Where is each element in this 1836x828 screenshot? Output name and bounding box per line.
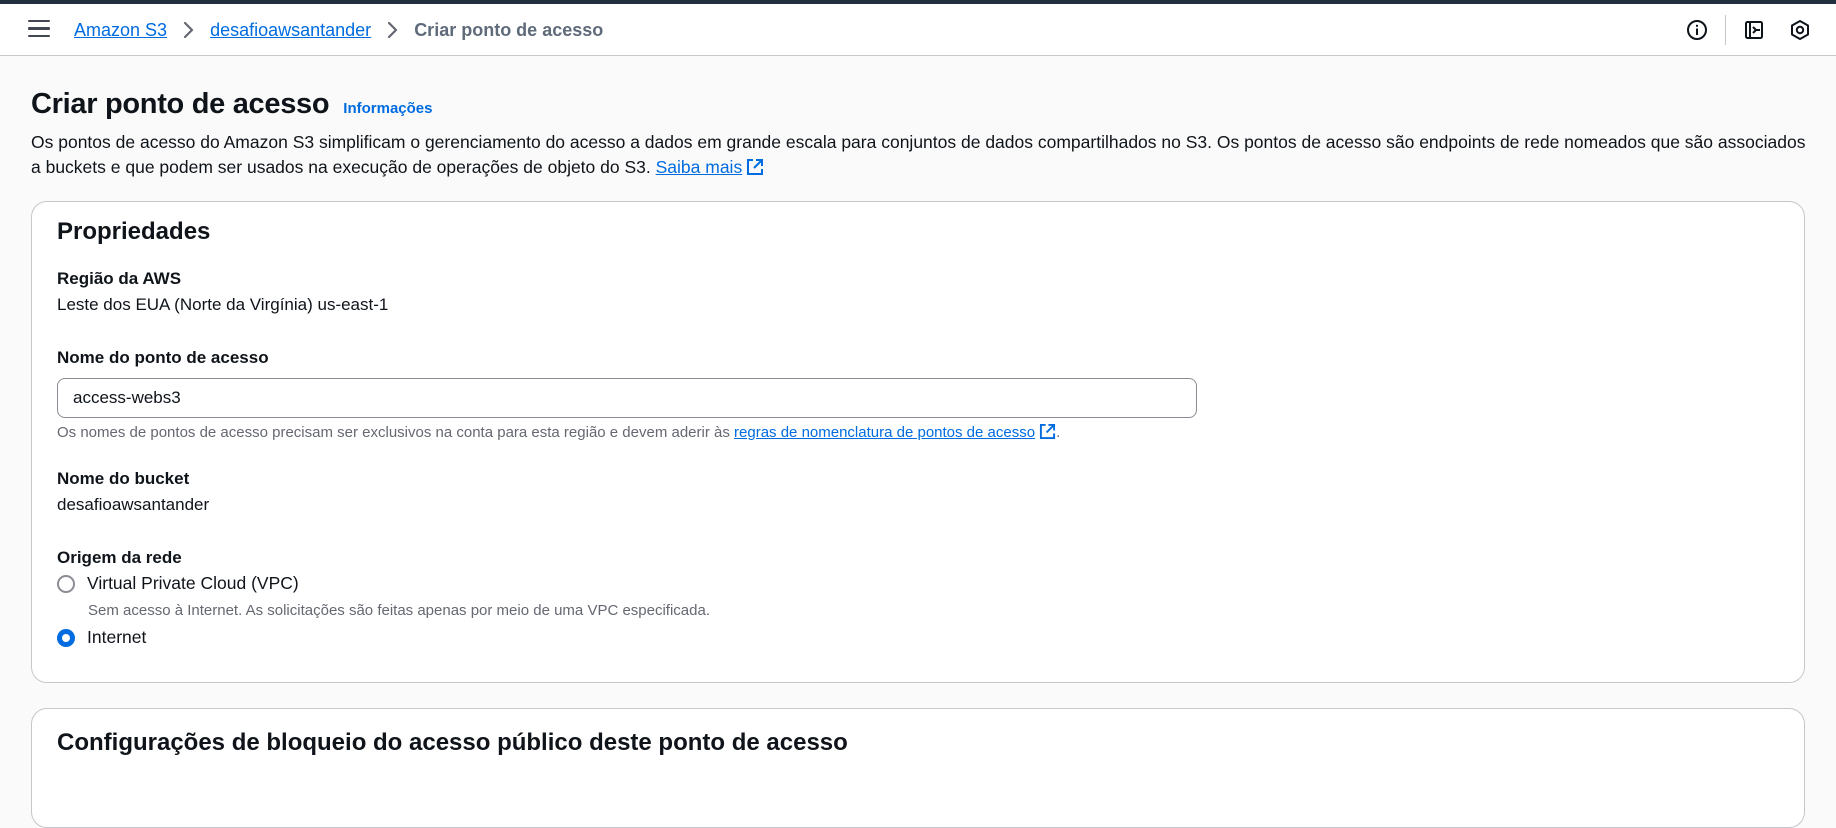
- radio-label-internet: Internet: [87, 627, 147, 647]
- radio-button-internet[interactable]: [57, 628, 75, 647]
- settings-hexagon-icon[interactable]: [1784, 14, 1816, 46]
- chevron-right-icon: [387, 22, 398, 38]
- radio-button-vpc[interactable]: [57, 574, 75, 593]
- network-origin-label: Origem da rede: [57, 548, 182, 567]
- info-circle-icon[interactable]: [1681, 14, 1713, 46]
- chevron-right-icon: [183, 22, 194, 38]
- radio-label-vpc: Virtual Private Cloud (VPC): [87, 573, 299, 593]
- block-public-access-heading: Configurações de bloqueio do acesso públ…: [57, 729, 848, 756]
- header-actions: [1681, 14, 1816, 46]
- properties-heading: Propriedades: [57, 218, 211, 245]
- header-bar: Amazon S3 desafioawsantander Criar ponto…: [0, 4, 1836, 56]
- page-description: Os pontos de acesso do Amazon S3 simplif…: [31, 130, 1811, 180]
- info-link[interactable]: Informações: [343, 100, 432, 117]
- access-point-name-hint: Os nomes de pontos de acesso precisam se…: [57, 423, 1061, 441]
- properties-panel: Propriedades Região da AWS Leste dos EUA…: [31, 201, 1805, 683]
- radio-option-vpc[interactable]: Virtual Private Cloud (VPC): [57, 573, 299, 594]
- header-divider: [1725, 15, 1726, 45]
- notification-icon[interactable]: [1738, 14, 1770, 46]
- breadcrumb-current: Criar ponto de acesso: [414, 19, 604, 40]
- bucket-name-value: desafioawsantander: [57, 495, 210, 514]
- naming-rules-link[interactable]: regras de nomenclatura de pontos de aces…: [734, 423, 1056, 441]
- external-link-icon: [1040, 423, 1056, 440]
- region-value: Leste dos EUA (Norte da Virgínia) us-eas…: [57, 295, 389, 314]
- access-point-name-label: Nome do ponto de acesso: [57, 348, 269, 367]
- block-public-access-panel: Configurações de bloqueio do acesso públ…: [31, 708, 1805, 828]
- description-text: Os pontos de acesso do Amazon S3 simplif…: [31, 132, 1806, 177]
- breadcrumb-bucket[interactable]: desafioawsantander: [210, 20, 371, 41]
- learn-more-link[interactable]: Saiba mais: [656, 157, 765, 177]
- page-title: Criar ponto de acesso: [31, 88, 330, 120]
- access-point-name-input[interactable]: [57, 378, 1197, 418]
- region-label: Região da AWS: [57, 269, 182, 288]
- radio-option-internet[interactable]: Internet: [57, 627, 146, 648]
- breadcrumb-amazon-s3[interactable]: Amazon S3: [74, 20, 167, 41]
- title-row: Criar ponto de acesso Informações: [31, 88, 433, 121]
- hamburger-menu-icon[interactable]: [28, 20, 50, 38]
- breadcrumb: Amazon S3 desafioawsantander Criar ponto…: [74, 18, 603, 42]
- external-link-icon: [747, 159, 764, 175]
- bucket-name-label: Nome do bucket: [57, 469, 190, 488]
- radio-description-vpc: Sem acesso à Internet. As solicitações s…: [88, 602, 711, 619]
